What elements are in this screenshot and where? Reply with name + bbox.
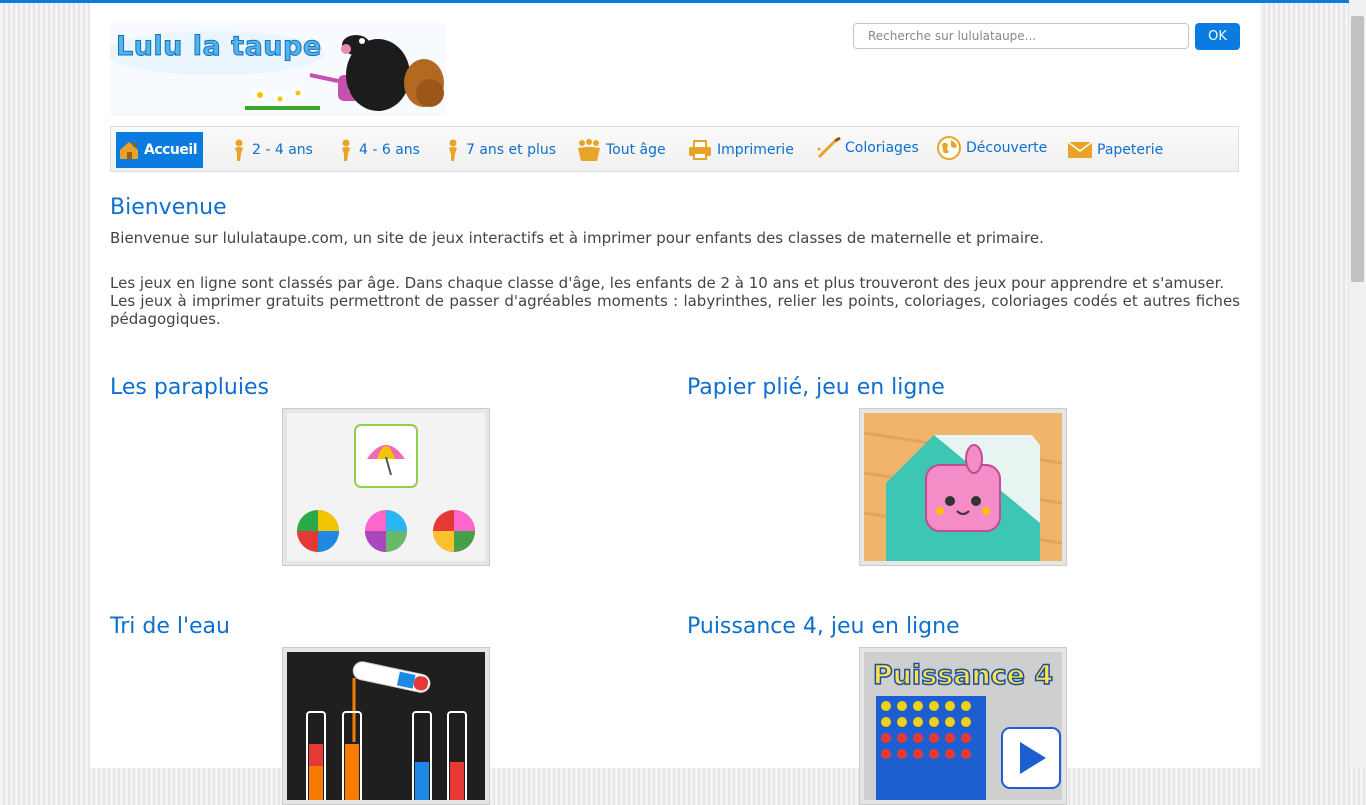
nav-item-4-6-ans[interactable]: 4 - 6 ans (337, 132, 420, 168)
nav-item-label: Coloriages (845, 140, 919, 156)
nav-item-label: Accueil (144, 142, 198, 158)
house-icon (120, 142, 138, 159)
child-icon (449, 139, 457, 161)
game-thumbnail-puissance-4[interactable]: Puissance 4 (859, 647, 1067, 805)
welcome-paragraph-1: Les jeux en ligne sont classés par âge. … (110, 274, 1225, 292)
game-title-papier-plie[interactable]: Papier plié, jeu en ligne (687, 375, 945, 400)
envelope-icon (1067, 141, 1093, 158)
search-ok-button[interactable]: OK (1195, 23, 1240, 50)
nav-item-imprimerie[interactable]: Imprimerie (687, 132, 794, 168)
child-icon (342, 139, 350, 161)
water-sort-game-image (287, 652, 485, 800)
nav-item-label: 2 - 4 ans (252, 142, 313, 158)
nav-item-label: 4 - 6 ans (359, 142, 420, 158)
connect-four-game-image: Puissance 4 (864, 652, 1062, 800)
search-input[interactable] (853, 23, 1189, 49)
nav-item-coloriages[interactable]: Coloriages (815, 130, 919, 166)
nav-item-label: Tout âge (606, 142, 666, 158)
paintbrush-icon (817, 137, 841, 159)
puissance-4-image-text: Puissance 4 (873, 660, 1053, 691)
nav-item-label: 7 ans et plus (466, 142, 557, 158)
globe-icon (937, 136, 961, 160)
nav-item-label: Imprimerie (717, 142, 794, 158)
welcome-intro: Bienvenue sur lululataupe.com, un site d… (110, 229, 1044, 247)
nav-item-label: Papeterie (1097, 142, 1164, 158)
main-nav: Accueil 2 - 4 ans 4 - 6 ans 7 ans et plu… (110, 126, 1239, 172)
nav-item-accueil[interactable]: Accueil (116, 132, 203, 168)
nav-item-decouverte[interactable]: Découverte (936, 130, 1047, 166)
nav-item-tout-age[interactable]: Tout âge (576, 132, 666, 168)
welcome-title: Bienvenue (110, 195, 227, 220)
game-thumbnail-papier-plie[interactable] (859, 408, 1067, 566)
nav-item-papeterie[interactable]: Papeterie (1067, 132, 1163, 168)
game-thumbnail-tri-de-leau[interactable] (282, 647, 490, 805)
game-title-tri-de-leau[interactable]: Tri de l'eau (110, 614, 230, 639)
family-icon (578, 139, 600, 161)
folded-paper-game-image (864, 413, 1062, 561)
printer-icon (689, 140, 711, 160)
welcome-paragraph-2: Les jeux à imprimer gratuits permettront… (110, 292, 1240, 328)
nav-item-label: Découverte (966, 140, 1048, 156)
game-title-les-parapluies[interactable]: Les parapluies (110, 375, 269, 400)
scrollbar-thumb[interactable] (1351, 16, 1364, 282)
game-thumbnail-les-parapluies[interactable] (282, 408, 490, 566)
umbrella-game-image (287, 413, 485, 561)
site-logo[interactable]: Lulu la taupe (105, 23, 446, 116)
nav-item-7-ans-et-plus[interactable]: 7 ans et plus (444, 132, 556, 168)
logo-text: Lulu la taupe (116, 31, 322, 63)
child-icon (235, 139, 243, 161)
game-title-puissance-4[interactable]: Puissance 4, jeu en ligne (687, 614, 960, 639)
nav-item-2-4-ans[interactable]: 2 - 4 ans (230, 132, 313, 168)
